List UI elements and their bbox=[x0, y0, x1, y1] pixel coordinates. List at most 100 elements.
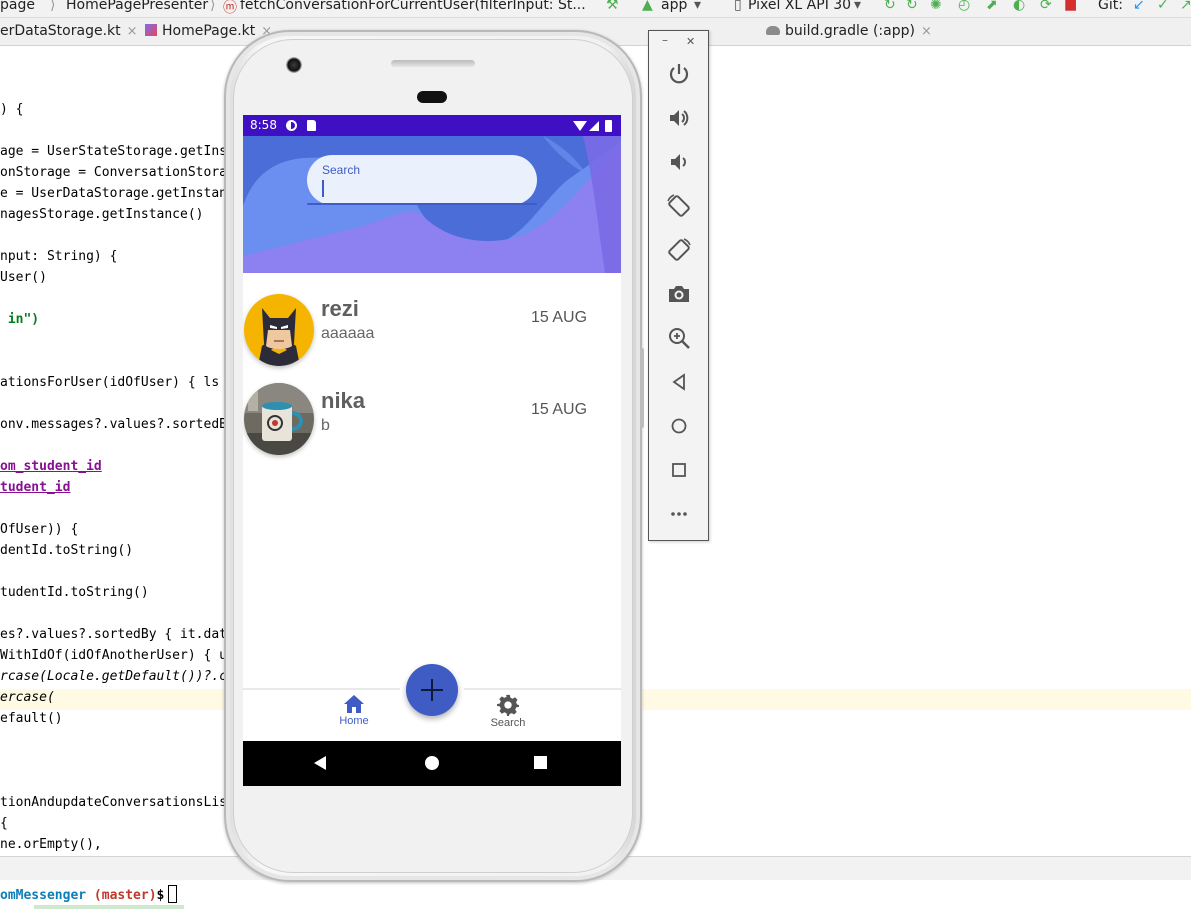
terminal-prompt: omMessenger (master)$ bbox=[0, 885, 178, 903]
text-cursor bbox=[322, 180, 324, 197]
code-line: in") bbox=[0, 312, 40, 327]
system-home-icon[interactable] bbox=[425, 756, 439, 770]
code-line: tudent_id bbox=[0, 480, 71, 495]
breadcrumb-method[interactable]: fetchConversationForCurrentUser(filterIn… bbox=[240, 0, 586, 13]
rotate-right-button[interactable] bbox=[666, 237, 692, 263]
sync-icon[interactable]: ⟳ bbox=[1040, 0, 1052, 13]
conversation-name: nika bbox=[321, 388, 366, 413]
apply-changes-icon[interactable]: ↻ bbox=[884, 0, 896, 13]
conversation-item-nika[interactable]: nika b 15 AUG bbox=[243, 377, 621, 467]
code-line: efault() bbox=[0, 711, 63, 726]
tab-userdatastorage[interactable]: erDataStorage.kt × bbox=[0, 23, 138, 39]
more-button[interactable] bbox=[666, 501, 692, 527]
wifi-icon bbox=[573, 121, 587, 131]
tab-label: build.gradle (:app) bbox=[785, 23, 915, 39]
nav-home-label: Home bbox=[339, 715, 369, 727]
home-button[interactable] bbox=[666, 413, 692, 439]
tab-build-gradle[interactable]: build.gradle (:app) × bbox=[766, 23, 932, 39]
search-input[interactable]: Search bbox=[307, 155, 537, 205]
code-line: WithIdOf(idOfAnotherUser) { u bbox=[0, 648, 227, 663]
conversation-name: rezi bbox=[321, 296, 359, 321]
git-update-icon[interactable]: ↙ bbox=[1133, 0, 1145, 13]
camera-icon bbox=[669, 286, 689, 302]
system-back-icon[interactable] bbox=[314, 756, 326, 770]
profile-icon[interactable]: ◴ bbox=[958, 0, 970, 13]
rotate-left-icon bbox=[667, 194, 690, 217]
search-label: Search bbox=[322, 163, 361, 177]
minimize-icon[interactable]: – bbox=[662, 33, 668, 47]
add-conversation-button[interactable] bbox=[406, 664, 458, 716]
device-chevron-icon[interactable]: ▾ bbox=[854, 0, 861, 13]
tab-label: HomePage.kt bbox=[162, 23, 256, 39]
breadcrumb-presenter[interactable]: HomePagePresenter bbox=[66, 0, 208, 13]
android-icon: ▲ bbox=[642, 0, 653, 13]
code-line: tudentId.toString() bbox=[0, 585, 149, 600]
breadcrumb-separator: ⟩ bbox=[210, 0, 216, 13]
tab-homepage[interactable]: HomePage.kt × bbox=[145, 23, 272, 39]
screenshot-button[interactable] bbox=[666, 281, 692, 307]
code-line: ne.orEmpty(), bbox=[0, 837, 102, 852]
batman-avatar bbox=[244, 294, 314, 366]
close-icon[interactable]: ✕ bbox=[686, 35, 695, 48]
back-button[interactable] bbox=[666, 369, 692, 395]
run-config-chevron-icon[interactable]: ▾ bbox=[694, 0, 701, 13]
code-line: onStorage = ConversationStora bbox=[0, 165, 227, 180]
volume-up-button[interactable] bbox=[666, 105, 692, 131]
nav-search-label: Search bbox=[490, 717, 526, 729]
debug-icon[interactable]: ✺ bbox=[930, 0, 942, 13]
volume-down-button[interactable] bbox=[666, 149, 692, 175]
code-line: e = UserDataStorage.getInstan bbox=[0, 186, 227, 201]
code-line: nput: String) { bbox=[0, 249, 118, 264]
terminal-cursor bbox=[168, 885, 178, 903]
overview-icon bbox=[672, 463, 686, 477]
coverage-icon[interactable]: ◐ bbox=[1013, 0, 1025, 13]
git-push-icon[interactable]: ↗ bbox=[1180, 0, 1191, 13]
run-config-select[interactable]: app bbox=[661, 0, 687, 13]
rotate-left-button[interactable] bbox=[666, 193, 692, 219]
device-screen: 8:58 Search rezi aaaaaa 15 AUG nika b 15… bbox=[243, 115, 621, 786]
code-line: nagesStorage.getInstance() bbox=[0, 207, 204, 222]
code-line: onv.messages?.values?.sortedB bbox=[0, 417, 227, 432]
breadcrumb-separator: ⟩ bbox=[50, 0, 56, 13]
device-icon: ▯ bbox=[734, 0, 742, 13]
breadcrumb-page[interactable]: page bbox=[0, 0, 35, 13]
apply-code-changes-icon[interactable]: ↻ bbox=[906, 0, 918, 13]
code-line: ationsForUser(idOfUser) { ls bbox=[0, 375, 220, 390]
front-camera bbox=[286, 57, 302, 73]
close-icon[interactable]: × bbox=[127, 24, 138, 39]
build-hammer-icon[interactable]: ⚒ bbox=[606, 0, 619, 13]
earpiece-speaker bbox=[391, 60, 475, 67]
system-overview-icon[interactable] bbox=[534, 756, 547, 769]
close-icon[interactable]: × bbox=[921, 24, 932, 39]
zoom-button[interactable] bbox=[666, 325, 692, 351]
back-icon bbox=[672, 373, 685, 391]
conversation-date: 15 AUG bbox=[531, 401, 588, 418]
power-button[interactable] bbox=[666, 61, 692, 87]
code-line: User() bbox=[0, 270, 47, 285]
zoom-icon bbox=[669, 328, 690, 349]
git-commit-icon[interactable]: ✓ bbox=[1157, 0, 1169, 13]
power-icon bbox=[669, 64, 689, 84]
phone-side-button[interactable] bbox=[640, 348, 644, 428]
tab-label: erDataStorage.kt bbox=[0, 23, 121, 39]
device-select[interactable]: Pixel XL API 30 bbox=[748, 0, 851, 13]
search-underline bbox=[307, 203, 537, 205]
proximity-sensor bbox=[417, 91, 447, 103]
android-system-navigation bbox=[243, 741, 621, 786]
volume-up-icon bbox=[670, 110, 689, 126]
cell-signal-icon bbox=[589, 121, 599, 131]
code-line: dentId.toString() bbox=[0, 543, 134, 558]
nav-item-search[interactable]: Search bbox=[468, 694, 548, 729]
terminal-scroll-indicator bbox=[34, 905, 184, 909]
nav-item-home[interactable]: Home bbox=[314, 694, 394, 727]
attach-debugger-icon[interactable]: ⬈ bbox=[986, 0, 998, 13]
stop-icon[interactable]: ■ bbox=[1064, 0, 1077, 13]
conversation-item-rezi[interactable]: rezi aaaaaa 15 AUG bbox=[243, 285, 621, 375]
conversation-last-message: b bbox=[321, 417, 330, 434]
overview-button[interactable] bbox=[666, 457, 692, 483]
method-icon: ⓜ bbox=[223, 0, 237, 16]
battery-icon bbox=[605, 120, 612, 132]
git-label: Git: bbox=[1098, 0, 1123, 13]
kotlin-file-icon bbox=[145, 24, 157, 36]
mug-photo-avatar bbox=[244, 383, 314, 455]
